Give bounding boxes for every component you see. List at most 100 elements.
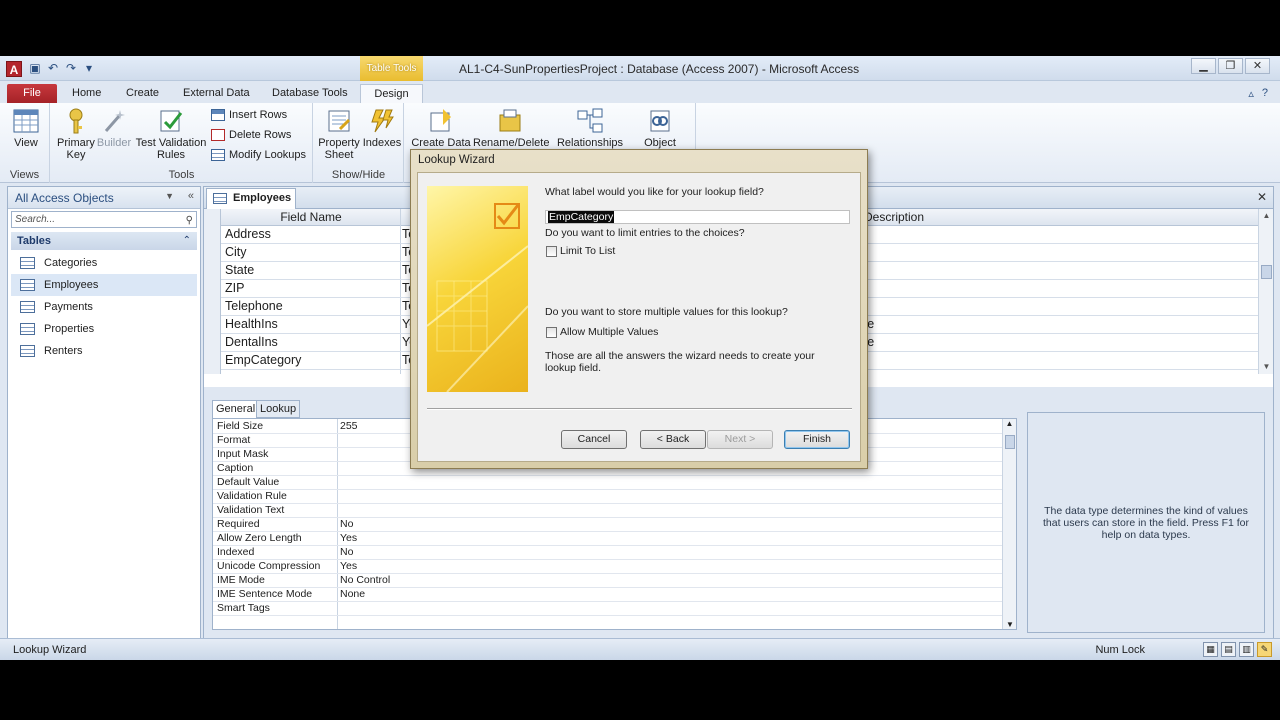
window-title: AL1-C4-SunPropertiesProject : Database (… <box>459 62 860 76</box>
relationships-button[interactable]: Relationships <box>556 107 624 149</box>
scroll-thumb[interactable] <box>1261 265 1272 279</box>
insert-rows-button[interactable]: Insert Rows <box>211 109 287 121</box>
builder-button[interactable]: Builder <box>95 107 133 149</box>
rename-delete-macro-button[interactable]: Rename/Delete <box>473 107 549 149</box>
allow-multiple-values-checkbox[interactable]: Allow Multiple Values <box>546 326 658 338</box>
property-row[interactable]: Required No <box>213 518 1003 532</box>
nav-item-renters[interactable]: Renters <box>11 340 197 362</box>
table-tools-context-label: Table Tools <box>360 56 423 81</box>
nav-header[interactable]: All Access Objects ▼ « <box>8 187 200 209</box>
next-button[interactable]: Next > <box>707 430 773 449</box>
indexes-lightning-icon <box>371 109 394 133</box>
table-icon <box>20 345 35 357</box>
redo-icon[interactable]: ↷ <box>64 60 78 76</box>
view-switcher: ▦ ▤ ▥ ✎ <box>1203 642 1272 657</box>
property-sheet-icon <box>328 110 351 132</box>
nav-search-input[interactable]: Search... ⚲ <box>11 211 197 228</box>
relationships-icon <box>577 108 603 133</box>
checkbox-icon <box>546 326 557 338</box>
property-help-text: The data type determines the kind of val… <box>1027 412 1265 633</box>
object-dependencies-icon <box>650 110 670 132</box>
view-button[interactable]: View <box>8 107 44 149</box>
table-icon <box>20 257 35 269</box>
close-icon[interactable]: ✕ <box>1245 58 1270 74</box>
builder-wand-icon <box>104 110 125 132</box>
cancel-button[interactable]: Cancel <box>561 430 627 449</box>
field-grid-scrollbar[interactable]: ▲ ▼ <box>1258 209 1273 374</box>
nav-item-properties[interactable]: Properties <box>11 318 197 340</box>
minimize-ribbon-icon[interactable]: ▵ <box>1248 87 1254 100</box>
limit-to-list-checkbox[interactable]: Limit To List <box>546 245 615 257</box>
row-selector-column[interactable] <box>204 209 221 374</box>
property-row[interactable]: IME Sentence Mode None <box>213 588 1003 602</box>
indexes-button[interactable]: Indexes <box>362 107 402 149</box>
finish-button[interactable]: Finish <box>784 430 850 449</box>
nav-item-categories[interactable]: Categories <box>11 252 197 274</box>
ribbon-help-area: ▵ ? <box>1248 87 1268 100</box>
modify-lookups-button[interactable]: Modify Lookups <box>211 149 306 161</box>
tab-file[interactable]: File <box>7 84 57 103</box>
undo-icon[interactable]: ↶ <box>46 60 60 76</box>
property-row[interactable]: Allow Zero Length Yes <box>213 532 1003 546</box>
tab-external-data[interactable]: External Data <box>175 84 258 103</box>
chevron-down-icon[interactable]: ▼ <box>165 191 174 201</box>
property-row[interactable]: Smart Tags <box>213 602 1003 616</box>
help-icon[interactable]: ? <box>1262 87 1268 100</box>
collapse-pane-icon[interactable]: « <box>188 190 194 202</box>
num-lock-indicator: Num Lock <box>1095 644 1145 656</box>
property-sheet-button[interactable]: Property Sheet <box>316 107 362 161</box>
minimize-icon[interactable]: ▁ <box>1191 58 1216 74</box>
save-icon[interactable]: ▣ <box>28 60 42 76</box>
property-row[interactable]: Validation Rule <box>213 490 1003 504</box>
scroll-down-icon[interactable]: ▼ <box>1259 360 1274 374</box>
property-row[interactable]: IME Mode No Control <box>213 574 1003 588</box>
tab-home[interactable]: Home <box>64 84 109 103</box>
ribbon-tabs: File Home Create External Data Database … <box>0 81 1280 103</box>
back-button[interactable]: < Back <box>640 430 706 449</box>
nav-search-placeholder: Search... <box>15 214 56 225</box>
quick-access-toolbar: ▣ ↶ ↷ ▾ <box>28 60 96 76</box>
search-icon[interactable]: ⚲ <box>186 213 193 228</box>
customize-qat-icon[interactable]: ▾ <box>82 60 96 76</box>
property-row[interactable]: Indexed No <box>213 546 1003 560</box>
group-show-hide: Property Sheet Indexes Show/Hide <box>314 103 404 183</box>
design-view-icon[interactable]: ✎ <box>1257 642 1272 657</box>
close-document-icon[interactable]: ✕ <box>1257 190 1267 204</box>
primary-key-button[interactable]: Primary Key <box>57 107 95 161</box>
tab-lookup[interactable]: Lookup <box>256 400 301 418</box>
scroll-up-icon[interactable]: ▲ <box>1259 209 1274 223</box>
nav-item-payments[interactable]: Payments <box>11 296 197 318</box>
scroll-down-icon[interactable]: ▼ <box>1006 620 1014 629</box>
scroll-up-icon[interactable]: ▲ <box>1003 419 1016 428</box>
nav-item-employees[interactable]: Employees <box>11 274 197 296</box>
nav-group-tables[interactable]: Tables ⌃ <box>11 232 197 250</box>
lookup-label-input[interactable]: EmpCategory <box>545 210 850 224</box>
access-app-icon[interactable]: A <box>6 61 22 77</box>
collapse-group-icon[interactable]: ⌃ <box>183 232 191 250</box>
tab-general[interactable]: General <box>212 400 260 418</box>
limit-question: Do you want to limit entries to the choi… <box>545 227 745 239</box>
restore-icon[interactable]: ❐ <box>1218 58 1243 74</box>
tab-database-tools[interactable]: Database Tools <box>264 84 356 103</box>
pivotchart-view-icon[interactable]: ▥ <box>1239 642 1254 657</box>
property-row[interactable]: Default Value <box>213 476 1003 490</box>
group-tools: Primary Key Builder Test Validation Rule… <box>51 103 313 183</box>
rename-delete-macro-icon <box>499 109 521 132</box>
tab-create[interactable]: Create <box>118 84 167 103</box>
object-dependencies-button[interactable]: Object <box>630 107 690 149</box>
datasheet-view-icon[interactable]: ▦ <box>1203 642 1218 657</box>
property-row[interactable]: Unicode Compression Yes <box>213 560 1003 574</box>
group-views: View Views <box>0 103 50 183</box>
test-validation-rules-button[interactable]: Test Validation Rules <box>135 107 207 161</box>
document-tab-employees[interactable]: Employees <box>206 188 296 209</box>
delete-rows-button[interactable]: Delete Rows <box>211 129 291 141</box>
wizard-art-icon <box>427 203 528 392</box>
tab-design[interactable]: Design <box>360 84 423 103</box>
multi-question: Do you want to store multiple values for… <box>545 306 788 318</box>
insert-rows-icon <box>211 109 225 121</box>
scroll-thumb[interactable] <box>1005 435 1015 449</box>
property-row[interactable]: Validation Text <box>213 504 1003 518</box>
pivottable-view-icon[interactable]: ▤ <box>1221 642 1236 657</box>
properties-scrollbar[interactable]: ▲ ▼ <box>1002 419 1016 629</box>
create-data-macros-button[interactable]: Create Data <box>411 107 471 149</box>
